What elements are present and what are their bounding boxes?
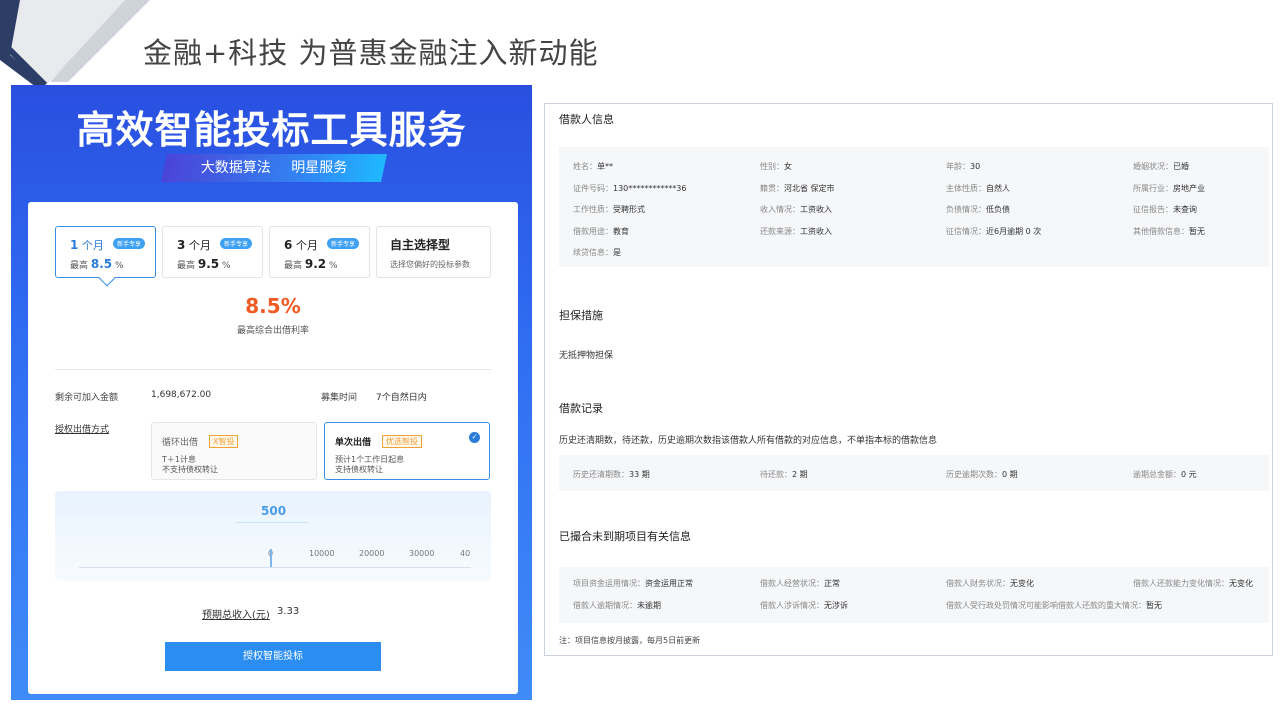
term-option-3-month[interactable]: 3 个月 新手专享 最高 9.5 % (162, 226, 263, 278)
borrower-info-box: 姓名：单** 性别：女 年龄：30 婚姻状况：已婚 证件号码：130******… (559, 147, 1269, 267)
slider-handle[interactable] (270, 549, 272, 567)
term-option-1-month[interactable]: 1 个月 新手专享 最高 8.5 % (55, 226, 156, 287)
custom-option-title: 自主选择型 (390, 238, 451, 252)
selected-pointer (98, 269, 116, 287)
matched-projects-title: 已撮合未到期项目有关信息 (559, 530, 691, 543)
borrower-marital-status: 婚姻状况：已婚 (1133, 162, 1189, 171)
borrower-work-type: 工作性质：受聘形式 (573, 205, 645, 214)
divider (55, 369, 491, 370)
method-desc: T＋1计息 不支持债权转让 (162, 455, 218, 474)
borrower-repayment-source: 还款来源：工资收入 (760, 227, 832, 236)
history-paid-periods: 历史还清期数：33 期 (573, 470, 650, 479)
investment-card: 1 个月 新手专享 最高 8.5 % 3 个月 新手专享 最高 9.5 % 6 … (28, 202, 518, 694)
check-icon: ✓ (469, 432, 480, 443)
loan-records-box: 历史还清期数：33 期 待还款：2 期 历史逾期次数：0 期 逾期总金额：0 元 (559, 455, 1269, 491)
footnote: 注：项目信息按月披露，每月5日前更新 (559, 636, 701, 645)
max-rate-label: 最高综合出借利率 (236, 326, 309, 336)
term-option-6-month[interactable]: 6 个月 新手专享 最高 9.2 % (269, 226, 370, 278)
slide-title: 金融+科技 为普惠金融注入新动能 (143, 36, 599, 70)
newbie-badge: 新手专享 (112, 238, 145, 249)
borrower-renewal: 续贷信息：是 (573, 248, 621, 257)
guarantee-text: 无抵押物担保 (559, 351, 614, 361)
method-option-single[interactable]: 单次出借 优选智投 预计1个工作日起息 支持债权转让 ✓ (324, 422, 490, 480)
borrower-age: 年龄：30 (946, 162, 981, 171)
borrower-credit-report: 征信报告：未查询 (1133, 205, 1197, 214)
borrower-credit-status: 征信情况：近6月逾期 0 次 (946, 227, 1042, 236)
borrower-loan-purpose: 借款用途：教育 (573, 227, 629, 236)
business-status: 借款人经营状况：正常 (760, 579, 840, 588)
slider-tick: 10000 (309, 549, 335, 558)
slider-tick: 20000 (359, 549, 385, 558)
overdue-total-amount: 逾期总金额：0 元 (1133, 470, 1197, 479)
repayment-ability-change: 借款人还款能力变化情况：无变化 (1133, 579, 1253, 588)
custom-option-subtitle: 选择您偏好的投标参数 (390, 260, 470, 269)
raise-time-value: 7个自然日内 (376, 393, 427, 403)
fund-usage-status: 项目资金运用情况：资金运用正常 (573, 579, 693, 588)
loan-records-note: 历史还清期数，待还款，历史逾期次数指该借款人所有借款的对应信息，不单指本标的借款… (559, 436, 938, 446)
term-rate: 最高 9.2 % (284, 257, 338, 271)
borrower-industry: 所属行业：房地产业 (1133, 184, 1205, 193)
slider-tick: 30000 (409, 549, 435, 558)
slider-amount: 500 (261, 504, 287, 518)
term-option-custom[interactable]: 自主选择型 选择您偏好的投标参数 (376, 226, 491, 278)
term-rate: 最高 9.5 % (177, 257, 231, 271)
term-months: 3 个月 (177, 238, 211, 252)
amount-underline (235, 522, 309, 523)
loan-records-title: 借款记录 (559, 402, 603, 415)
method-desc: 预计1个工作日起息 支持债权转让 (335, 455, 405, 474)
borrower-gender: 性别：女 (760, 162, 792, 171)
authorize-invest-button[interactable]: 授权智能投标 (165, 642, 381, 671)
financial-status: 借款人财务状况：无变化 (946, 579, 1034, 588)
pending-repayment: 待还款：2 期 (760, 470, 808, 479)
overdue-status: 借款人逾期情况：未逾期 (573, 601, 661, 610)
method-title: 单次出借 (335, 438, 372, 448)
slider-tick: 40 (460, 549, 471, 558)
method-title: 循环出借 (162, 438, 199, 448)
remaining-amount-label: 剩余可加入金额 (55, 393, 119, 403)
amount-slider[interactable]: 500 0 10000 20000 30000 40 (55, 491, 491, 581)
borrower-income: 收入情况：工资收入 (760, 205, 832, 214)
guarantee-title: 担保措施 (559, 309, 603, 322)
term-months: 6 个月 (284, 238, 318, 252)
borrower-debt: 负债情况：低负债 (946, 205, 1010, 214)
method-tag: 优选智投 (382, 435, 422, 448)
method-option-cyclic[interactable]: 循环出借 X智投 T＋1计息 不支持债权转让 (151, 422, 317, 480)
corner-decoration (0, 0, 150, 90)
borrower-entity-type: 主体性质：自然人 (946, 184, 1010, 193)
borrower-other-loans: 其他借款信息：暂无 (1133, 227, 1205, 236)
term-months: 1 个月 (70, 238, 104, 252)
loan-detail-panel: 借款人信息 姓名：单** 性别：女 年龄：30 婚姻状况：已婚 证件号码：130… (544, 103, 1273, 656)
newbie-badge: 新手专享 (326, 238, 359, 249)
tag-bar: 大数据算法 明星服务 (164, 157, 384, 177)
headline: 高效智能投标工具服务 (76, 108, 467, 152)
expected-income-label: 预期总收入(元) (202, 610, 270, 621)
lending-method-label: 授权出借方式 (55, 425, 110, 435)
administrative-penalty: 借款人受行政处罚情况可能影响借款人还款的重大情况：暂无 (946, 601, 1162, 610)
borrower-hometown: 籍贯：河北省 保定市 (760, 184, 835, 193)
tag-star-service: 明星服务 (291, 160, 348, 176)
borrower-id-number: 证件号码：130************36 (573, 184, 687, 193)
raise-time-label: 募集时间 (321, 393, 358, 403)
tag-big-data: 大数据算法 (200, 160, 271, 176)
borrower-info-title: 借款人信息 (559, 113, 614, 126)
slide: 金融+科技 为普惠金融注入新动能 高效智能投标工具服务 大数据算法 明星服务 1… (0, 0, 1280, 720)
expected-income-value: 3.33 (277, 606, 300, 617)
max-rate-value: 8.5% (245, 294, 301, 318)
slider-track[interactable] (79, 567, 471, 568)
litigation-status: 借款人涉诉情况：无涉诉 (760, 601, 848, 610)
term-rate: 最高 8.5 % (70, 257, 124, 271)
history-overdue-count: 历史逾期次数：0 期 (946, 470, 1018, 479)
investment-tool-panel: 高效智能投标工具服务 大数据算法 明星服务 1 个月 新手专享 最高 8.5 %… (11, 85, 532, 700)
borrower-name: 姓名：单** (573, 162, 613, 171)
remaining-amount-value: 1,698,672.00 (151, 390, 212, 400)
method-tag: X智投 (209, 435, 239, 448)
newbie-badge: 新手专享 (219, 238, 252, 249)
matched-projects-box: 项目资金运用情况：资金运用正常 借款人经营状况：正常 借款人财务状况：无变化 借… (559, 567, 1269, 623)
